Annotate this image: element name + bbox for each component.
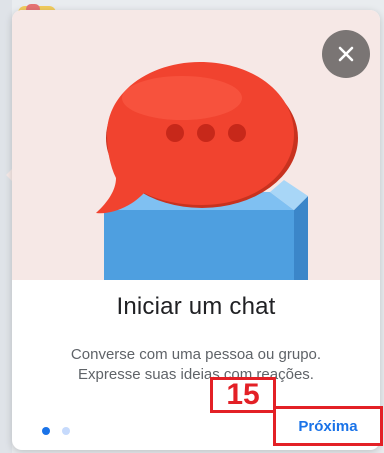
backdrop-edge bbox=[0, 0, 12, 453]
description-line-2: Expresse suas ideias com reações. bbox=[78, 366, 314, 383]
pagination-dot-inactive[interactable] bbox=[62, 427, 71, 435]
close-button[interactable] bbox=[322, 30, 370, 78]
feature-tour-popup: Iniciar um chat Converse com uma pessoa … bbox=[12, 10, 380, 450]
pagination-dot-active[interactable] bbox=[42, 427, 50, 435]
pagination-dots bbox=[42, 422, 78, 435]
annotation-step-number: 15 bbox=[210, 377, 276, 413]
popup-title: Iniciar um chat bbox=[116, 293, 276, 320]
next-button[interactable]: Próxima bbox=[273, 406, 383, 446]
next-button-label: Próxima bbox=[298, 417, 358, 435]
popup-description: Converse com uma pessoa ou grupo. Expres… bbox=[12, 345, 380, 385]
close-icon bbox=[338, 46, 354, 62]
description-line-1: Converse com uma pessoa ou grupo. bbox=[70, 346, 322, 363]
